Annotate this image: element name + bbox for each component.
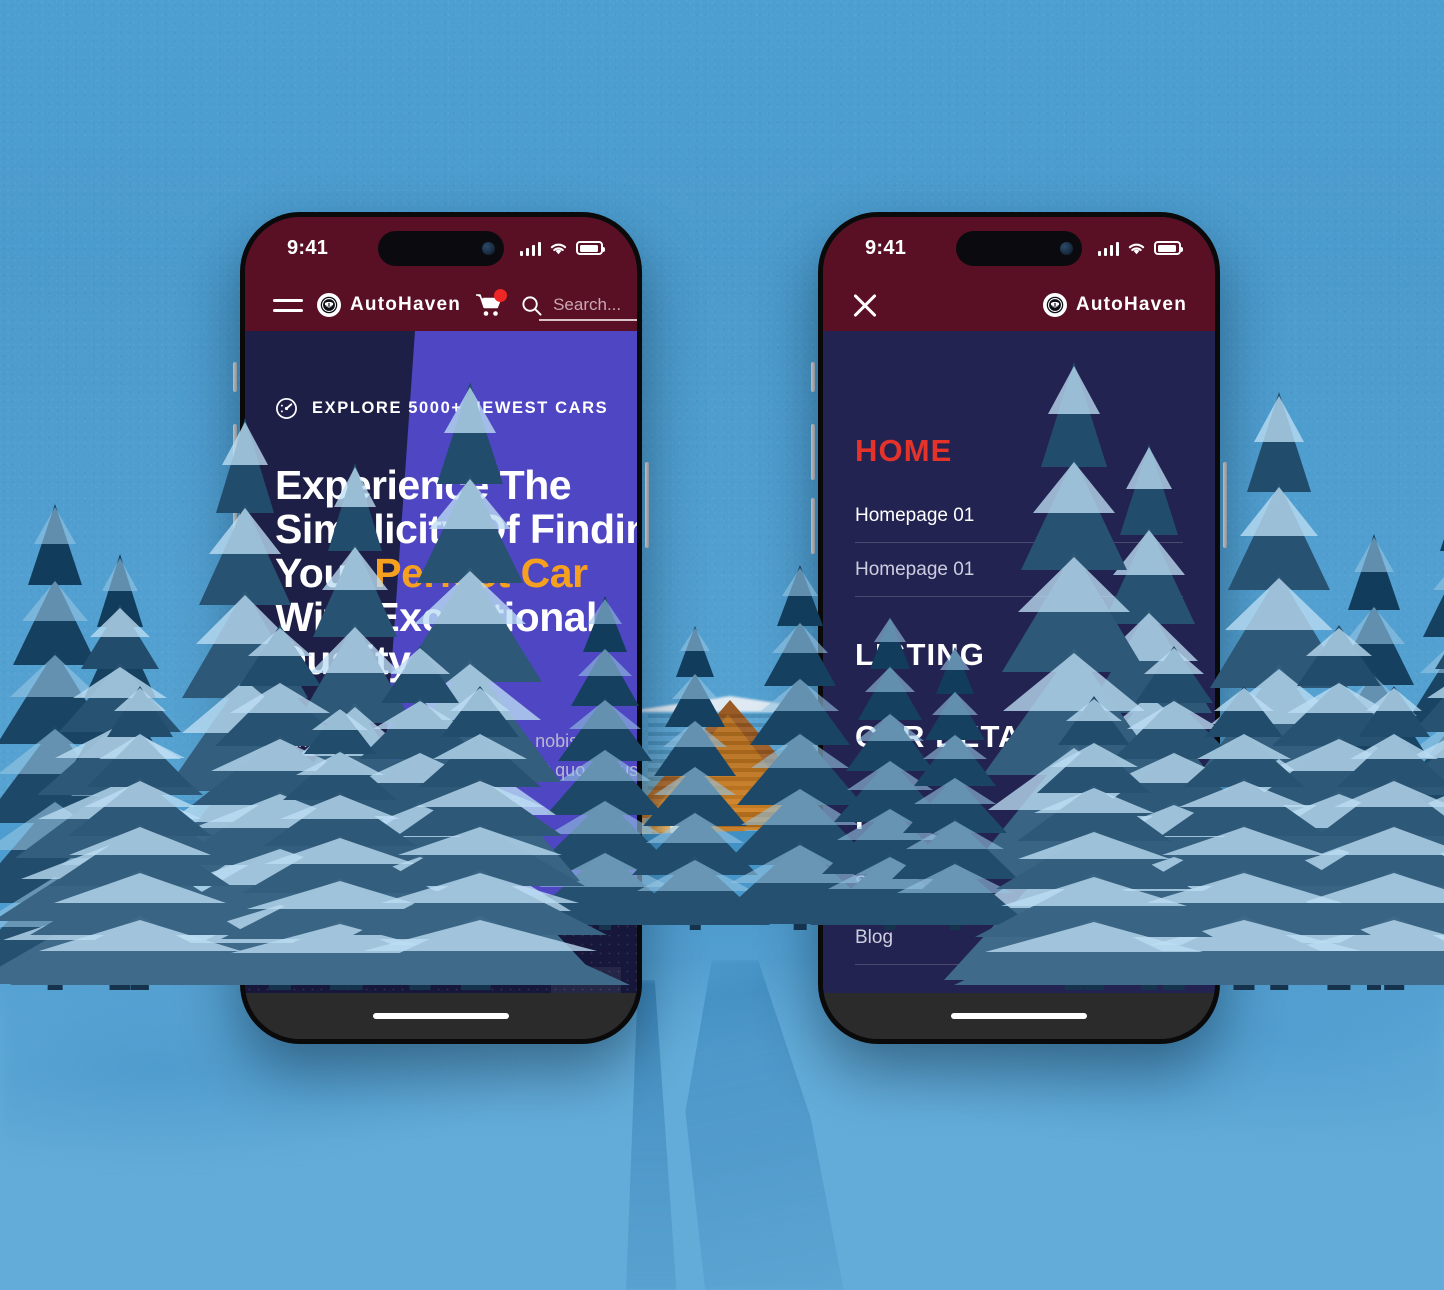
signal-bars-icon	[1097, 241, 1119, 256]
home-indicator[interactable]	[823, 993, 1215, 1039]
search-placeholder: Search...	[553, 295, 622, 314]
search-input[interactable]: Search...	[521, 295, 637, 321]
hamburger-menu-icon[interactable]	[273, 298, 303, 312]
close-x-icon[interactable]	[851, 291, 879, 319]
app-bar: AutoHaven	[245, 279, 637, 331]
status-bar: 9:41	[823, 217, 1215, 279]
dynamic-island	[956, 231, 1082, 266]
speedometer-icon	[276, 398, 297, 419]
brand[interactable]: AutoHaven	[1042, 293, 1187, 317]
app-bar: AutoHaven	[823, 279, 1215, 331]
pine-tree	[330, 685, 630, 990]
cart-badge	[494, 289, 508, 302]
status-time: 9:41	[865, 236, 907, 259]
signal-bars-icon	[519, 241, 541, 256]
wifi-icon	[1128, 243, 1145, 254]
autohaven-emblem-icon	[317, 293, 341, 317]
brand-name: AutoHaven	[350, 294, 462, 315]
battery-full-icon	[576, 241, 605, 255]
pine-tree	[954, 696, 1234, 990]
shopping-cart-icon[interactable]	[475, 289, 508, 318]
status-time: 9:41	[287, 236, 329, 259]
autohaven-emblem-icon	[1042, 293, 1067, 317]
search-icon	[522, 295, 542, 316]
brand[interactable]: AutoHaven	[317, 293, 461, 317]
home-indicator[interactable]	[245, 993, 637, 1039]
brand-name: AutoHaven	[1075, 294, 1187, 315]
battery-full-icon	[1154, 241, 1183, 255]
status-bar: 9:41	[245, 217, 637, 279]
wifi-icon	[550, 243, 567, 254]
dynamic-island	[378, 231, 504, 266]
background-scene	[0, 0, 1444, 1290]
